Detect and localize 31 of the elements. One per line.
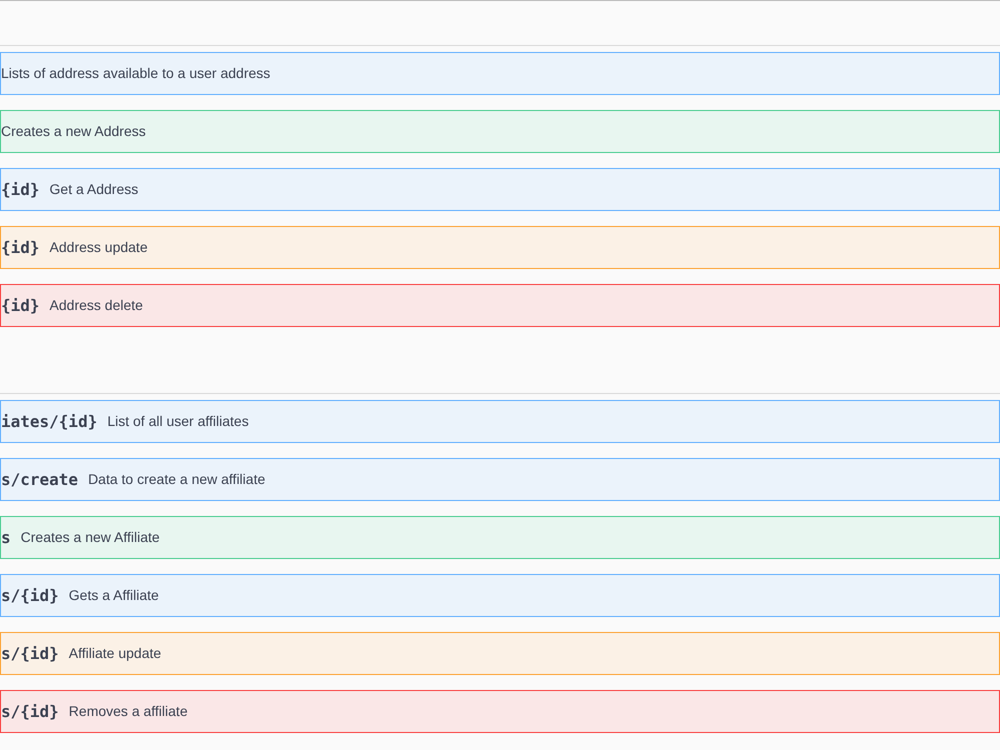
endpoint-path: s/{id} [1, 584, 59, 606]
endpoint-description: Removes a affiliate [68, 702, 188, 721]
endpoint-path: {id} [1, 236, 40, 258]
operation-row[interactable]: {id} Address update [0, 226, 1000, 269]
operation-row[interactable]: s/create Data to create a new affiliate [0, 458, 1000, 501]
operation-row[interactable]: Creates a new Address [0, 110, 1000, 153]
endpoint-description: Data to create a new affiliate [88, 470, 266, 489]
operation-row[interactable]: s Creates a new Affiliate [0, 516, 1000, 559]
endpoint-description: Address delete [50, 296, 143, 315]
endpoint-description: Get a Address [50, 180, 138, 199]
endpoint-description: Gets a Affiliate [68, 586, 159, 605]
endpoint-description: Affiliate update [68, 644, 162, 663]
operation-row[interactable]: {id} Get a Address [0, 168, 1000, 211]
endpoint-path: s/create [1, 468, 78, 490]
operation-row[interactable]: s/{id} Affiliate update [0, 632, 1000, 675]
endpoint-description: Address update [50, 238, 148, 257]
endpoint-path: {id} [1, 294, 40, 316]
operation-row[interactable]: iates/{id} List of all user affiliates [0, 400, 1000, 443]
endpoint-description: Creates a new Address [1, 122, 146, 141]
endpoint-path: s/{id} [1, 700, 59, 722]
endpoint-description: List of all user affiliates [107, 412, 249, 431]
operation-row[interactable]: {id} Address delete [0, 284, 1000, 327]
endpoint-description: Creates a new Affiliate [20, 528, 160, 547]
operation-row[interactable]: Lists of address available to a user address [0, 52, 1000, 95]
operation-row[interactable]: s/{id} Gets a Affiliate [0, 574, 1000, 617]
endpoint-description: Lists of address available to a user address [1, 64, 270, 83]
endpoint-path: iates/{id} [1, 410, 98, 432]
operation-row[interactable]: s/{id} Removes a affiliate [0, 690, 1000, 733]
endpoint-path: s [1, 526, 11, 548]
endpoint-path: s/{id} [1, 642, 59, 664]
endpoint-path: {id} [1, 178, 40, 200]
